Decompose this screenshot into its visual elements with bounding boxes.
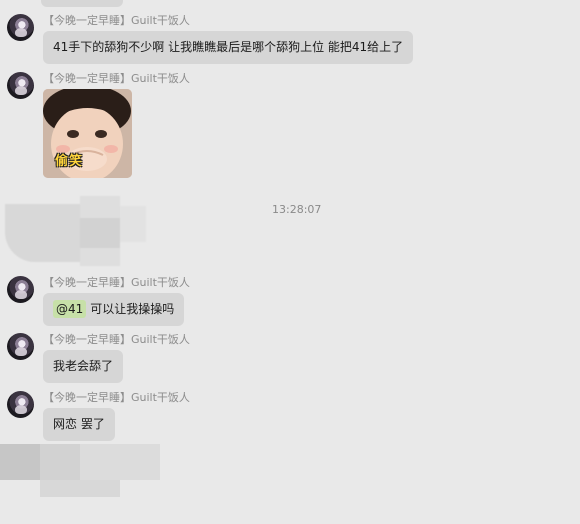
blurred-message <box>0 196 150 270</box>
avatar[interactable] <box>7 391 34 418</box>
sticker-caption: 偷笑 <box>55 154 84 169</box>
message-bubble[interactable]: 41手下的舔狗不少啊 让我瞧瞧最后是哪个舔狗上位 能把41给上了 <box>43 31 414 64</box>
previous-message-bubble-stub <box>41 0 123 7</box>
mention-tag[interactable]: @41 <box>53 300 87 318</box>
timestamp-divider: 13:28:07 <box>272 203 322 216</box>
sender-name: 【今晚一定早睡】Guilt干饭人 <box>43 72 190 85</box>
sender-name: 【今晚一定早睡】Guilt干饭人 <box>43 391 190 404</box>
message-bubble[interactable]: @41 可以让我操操吗 <box>43 293 185 326</box>
sender-name: 【今晚一定早睡】Guilt干饭人 <box>43 276 190 289</box>
avatar[interactable] <box>7 72 34 99</box>
blurred-message <box>0 444 160 499</box>
message-bubble[interactable]: 我老会舔了 <box>43 350 124 383</box>
message-bubble[interactable]: 网恋 罢了 <box>43 408 115 441</box>
sender-name: 【今晚一定早睡】Guilt干饭人 <box>43 333 190 346</box>
avatar[interactable] <box>7 14 34 41</box>
avatar[interactable] <box>7 333 34 360</box>
avatar[interactable] <box>7 276 34 303</box>
sender-name: 【今晚一定早睡】Guilt干饭人 <box>43 14 190 27</box>
chat-window: 【今晚一定早睡】Guilt干饭人 41手下的舔狗不少啊 让我瞧瞧最后是哪个舔狗上… <box>0 0 580 524</box>
message-text: 可以让我操操吗 <box>90 302 175 316</box>
sticker-image[interactable]: 偷笑 <box>43 89 132 178</box>
